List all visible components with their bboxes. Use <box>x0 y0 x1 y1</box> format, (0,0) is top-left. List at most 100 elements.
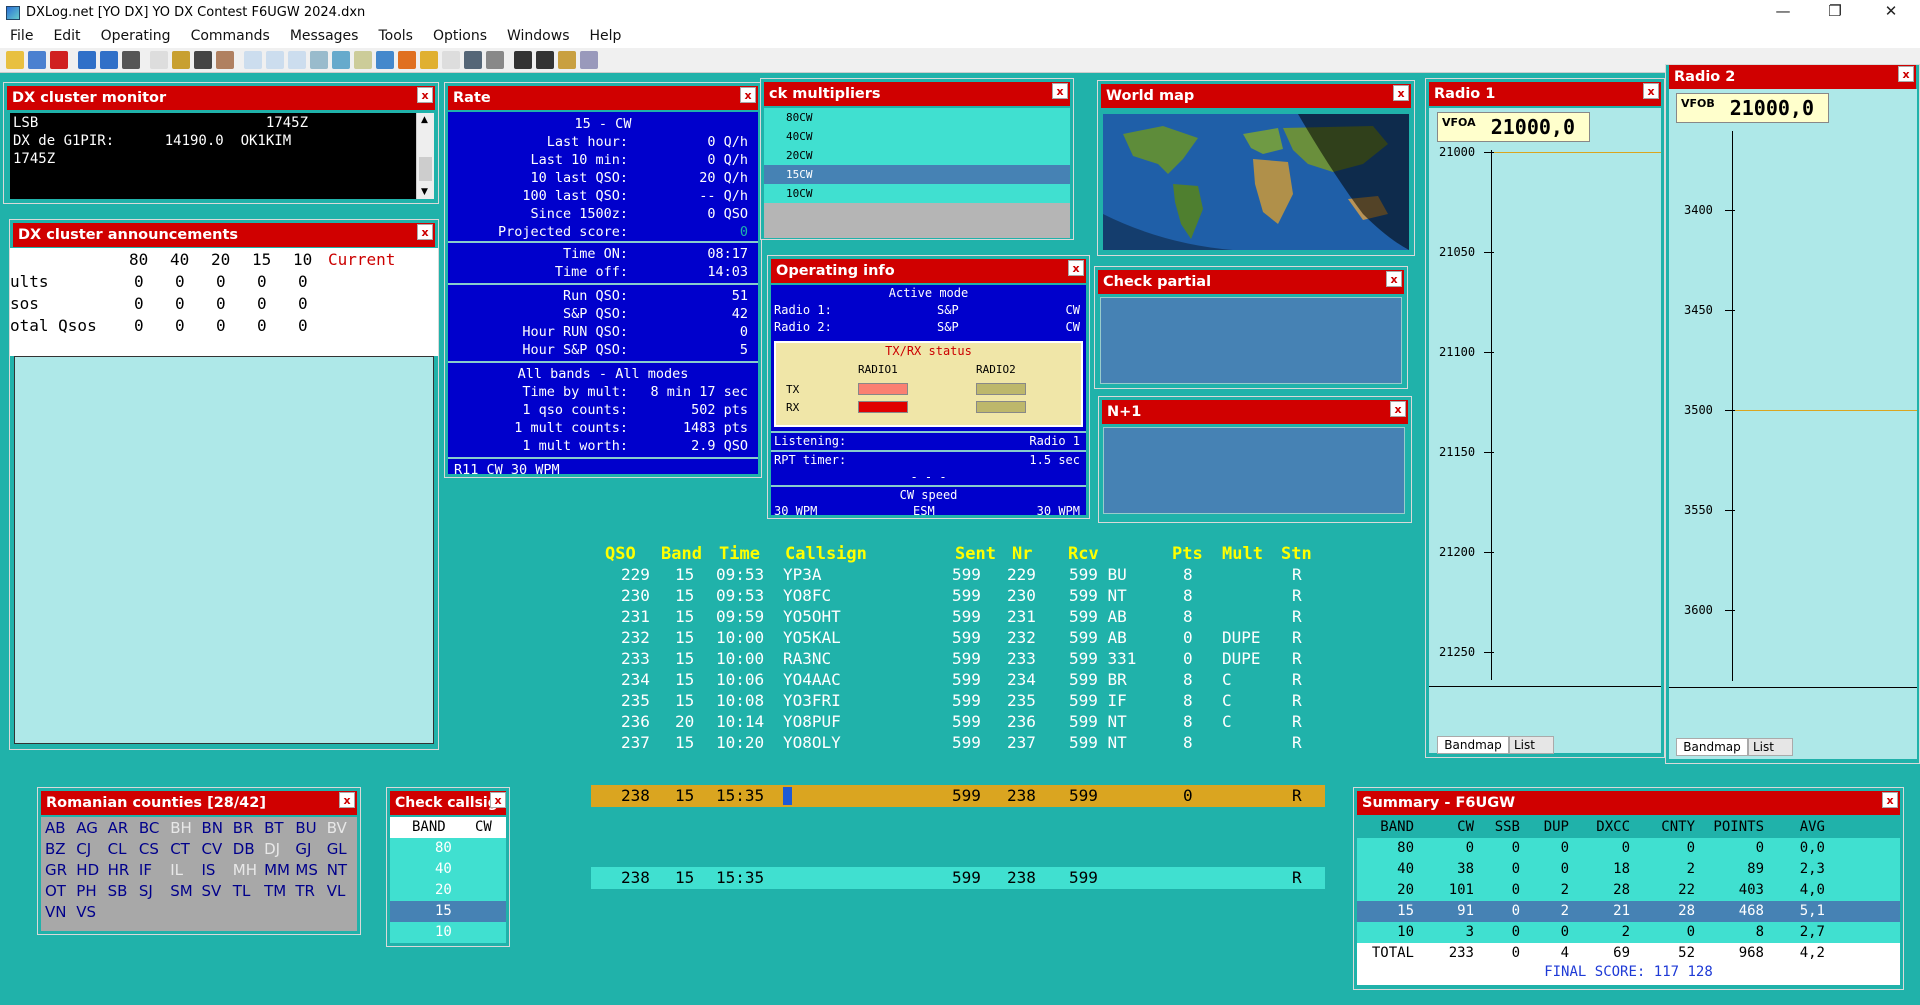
log-row[interactable]: 232 15 10:00 YO5KAL 599 232 599 AB 0 DUPE R <box>595 628 1355 649</box>
county-cell[interactable]: PH <box>76 882 96 900</box>
log-row[interactable]: 230 15 09:53 YO8FC 599 230 599 NT 8 R <box>595 586 1355 607</box>
county-cell[interactable]: VN <box>45 903 66 921</box>
county-cell[interactable]: CT <box>170 840 190 858</box>
county-cell[interactable]: VL <box>327 882 346 900</box>
cursor-icon[interactable] <box>288 51 306 69</box>
world-map-image[interactable] <box>1103 114 1409 250</box>
new-icon[interactable] <box>6 51 24 69</box>
delete-icon[interactable] <box>50 51 68 69</box>
county-cell[interactable]: BZ <box>45 840 66 858</box>
close-icon[interactable]: ✕ <box>1868 0 1914 25</box>
entry-sent[interactable]: 599 <box>952 868 981 887</box>
mult-item[interactable]: 20CW <box>764 146 1070 165</box>
radio2-bandmap[interactable]: VFOB 21000,0 3400 3450 3500 3550 3600 Ba… <box>1669 89 1917 759</box>
minimize-icon[interactable]: — <box>1760 0 1806 25</box>
log-row[interactable]: 237 15 10:20 YO8OLY 599 237 599 NT 8 R <box>595 733 1355 754</box>
clock-icon[interactable] <box>442 51 460 69</box>
county-cell[interactable]: OT <box>45 882 66 900</box>
n-plus-1-list[interactable] <box>1103 427 1405 514</box>
county-cell[interactable]: NT <box>327 861 347 879</box>
eraser-icon[interactable] <box>122 51 140 69</box>
monitor-icon[interactable] <box>194 51 212 69</box>
close-icon[interactable]: x <box>1643 83 1659 99</box>
menu-file[interactable]: File <box>0 25 43 48</box>
close-icon[interactable]: x <box>1386 271 1402 287</box>
callsign-input-cursor[interactable] <box>783 787 792 805</box>
announcements-list[interactable] <box>14 356 434 744</box>
scrollbar[interactable]: ▲ ▼ <box>416 113 434 199</box>
chat-icon[interactable] <box>332 51 350 69</box>
scroll-up-icon[interactable]: ▲ <box>421 115 428 125</box>
county-cell[interactable]: AB <box>45 819 66 837</box>
menu-windows[interactable]: Windows <box>497 25 580 48</box>
arrow-down-icon[interactable] <box>78 51 96 69</box>
close-icon[interactable]: x <box>490 792 506 808</box>
voice-keyer-icon[interactable] <box>536 51 554 69</box>
county-cell[interactable]: BU <box>295 819 316 837</box>
close-icon[interactable]: x <box>1052 83 1068 99</box>
county-cell[interactable]: CS <box>139 840 159 858</box>
county-cell[interactable]: AG <box>76 819 98 837</box>
county-cell[interactable]: MM <box>264 861 290 879</box>
county-cell[interactable]: CL <box>108 840 127 858</box>
county-cell[interactable]: DJ <box>264 840 280 858</box>
county-cell[interactable]: DB <box>233 840 255 858</box>
entry-sent[interactable]: 599 <box>952 786 981 805</box>
county-cell[interactable]: IL <box>170 861 183 879</box>
close-icon[interactable]: x <box>1898 66 1914 82</box>
band-row[interactable]: 40 <box>390 859 506 880</box>
mult-item[interactable]: 80CW <box>764 108 1070 127</box>
mult-item-selected[interactable]: 15CW <box>764 165 1070 184</box>
tab-bandmap[interactable]: Bandmap <box>1437 736 1509 754</box>
log-row[interactable]: 231 15 09:59 YO5OHT 599 231 599 AB 8 R <box>595 607 1355 628</box>
menu-edit[interactable]: Edit <box>43 25 90 48</box>
county-cell[interactable]: BC <box>139 819 160 837</box>
county-cell[interactable]: CV <box>202 840 223 858</box>
settings-icon[interactable] <box>266 51 284 69</box>
menu-options[interactable]: Options <box>423 25 497 48</box>
arrow-up-icon[interactable] <box>100 51 118 69</box>
county-cell[interactable]: TL <box>233 882 251 900</box>
antenna-icon[interactable] <box>558 51 576 69</box>
county-cell[interactable]: MS <box>295 861 317 879</box>
refresh-icon[interactable] <box>310 51 328 69</box>
close-icon[interactable]: x <box>740 87 756 103</box>
qso-entry-line-radio2[interactable]: 238 15 15:35 599 238 599 R <box>591 867 1325 889</box>
county-cell[interactable]: IF <box>139 861 152 879</box>
entry-rcv[interactable]: 599 <box>1069 868 1098 887</box>
menu-tools[interactable]: Tools <box>368 25 423 48</box>
band-row[interactable]: 20 <box>390 880 506 901</box>
close-icon[interactable]: x <box>339 792 355 808</box>
close-icon[interactable]: x <box>417 224 433 240</box>
mic-icon[interactable] <box>216 51 234 69</box>
log-row[interactable]: 236 20 10:14 YO8PUF 599 236 599 NT 8 C R <box>595 712 1355 733</box>
entry-nr[interactable]: 238 <box>1007 868 1036 887</box>
mult-item[interactable]: 10CW <box>764 184 1070 203</box>
county-cell[interactable]: HD <box>76 861 99 879</box>
county-cell[interactable]: VS <box>76 903 96 921</box>
county-cell[interactable]: SB <box>108 882 128 900</box>
search-icon[interactable] <box>244 51 262 69</box>
window-icon[interactable] <box>376 51 394 69</box>
county-cell[interactable]: IS <box>202 861 216 879</box>
band-row[interactable]: 80 <box>390 838 506 859</box>
county-cell[interactable]: MH <box>233 861 257 879</box>
menu-operating[interactable]: Operating <box>91 25 181 48</box>
county-cell[interactable]: GR <box>45 861 67 879</box>
save-icon[interactable] <box>28 51 46 69</box>
county-cell[interactable]: AR <box>108 819 129 837</box>
county-cell[interactable]: SJ <box>139 882 153 900</box>
list-icon[interactable] <box>172 51 190 69</box>
county-cell[interactable]: GL <box>327 840 347 858</box>
county-cell[interactable]: SV <box>202 882 222 900</box>
qso-entry-line[interactable]: 238 15 15:35 599 238 599 0 R <box>591 785 1325 807</box>
band-row[interactable]: 10 <box>390 922 506 943</box>
band-row-selected[interactable]: 15 <box>390 901 506 922</box>
county-cell[interactable]: BH <box>170 819 192 837</box>
network-icon[interactable] <box>580 51 598 69</box>
log-row[interactable]: 235 15 10:08 YO3FRI 599 235 599 IF 8 C R <box>595 691 1355 712</box>
county-cell[interactable]: BT <box>264 819 283 837</box>
keyer-icon[interactable] <box>514 51 532 69</box>
tools-icon[interactable] <box>354 51 372 69</box>
county-cell[interactable]: GJ <box>295 840 311 858</box>
